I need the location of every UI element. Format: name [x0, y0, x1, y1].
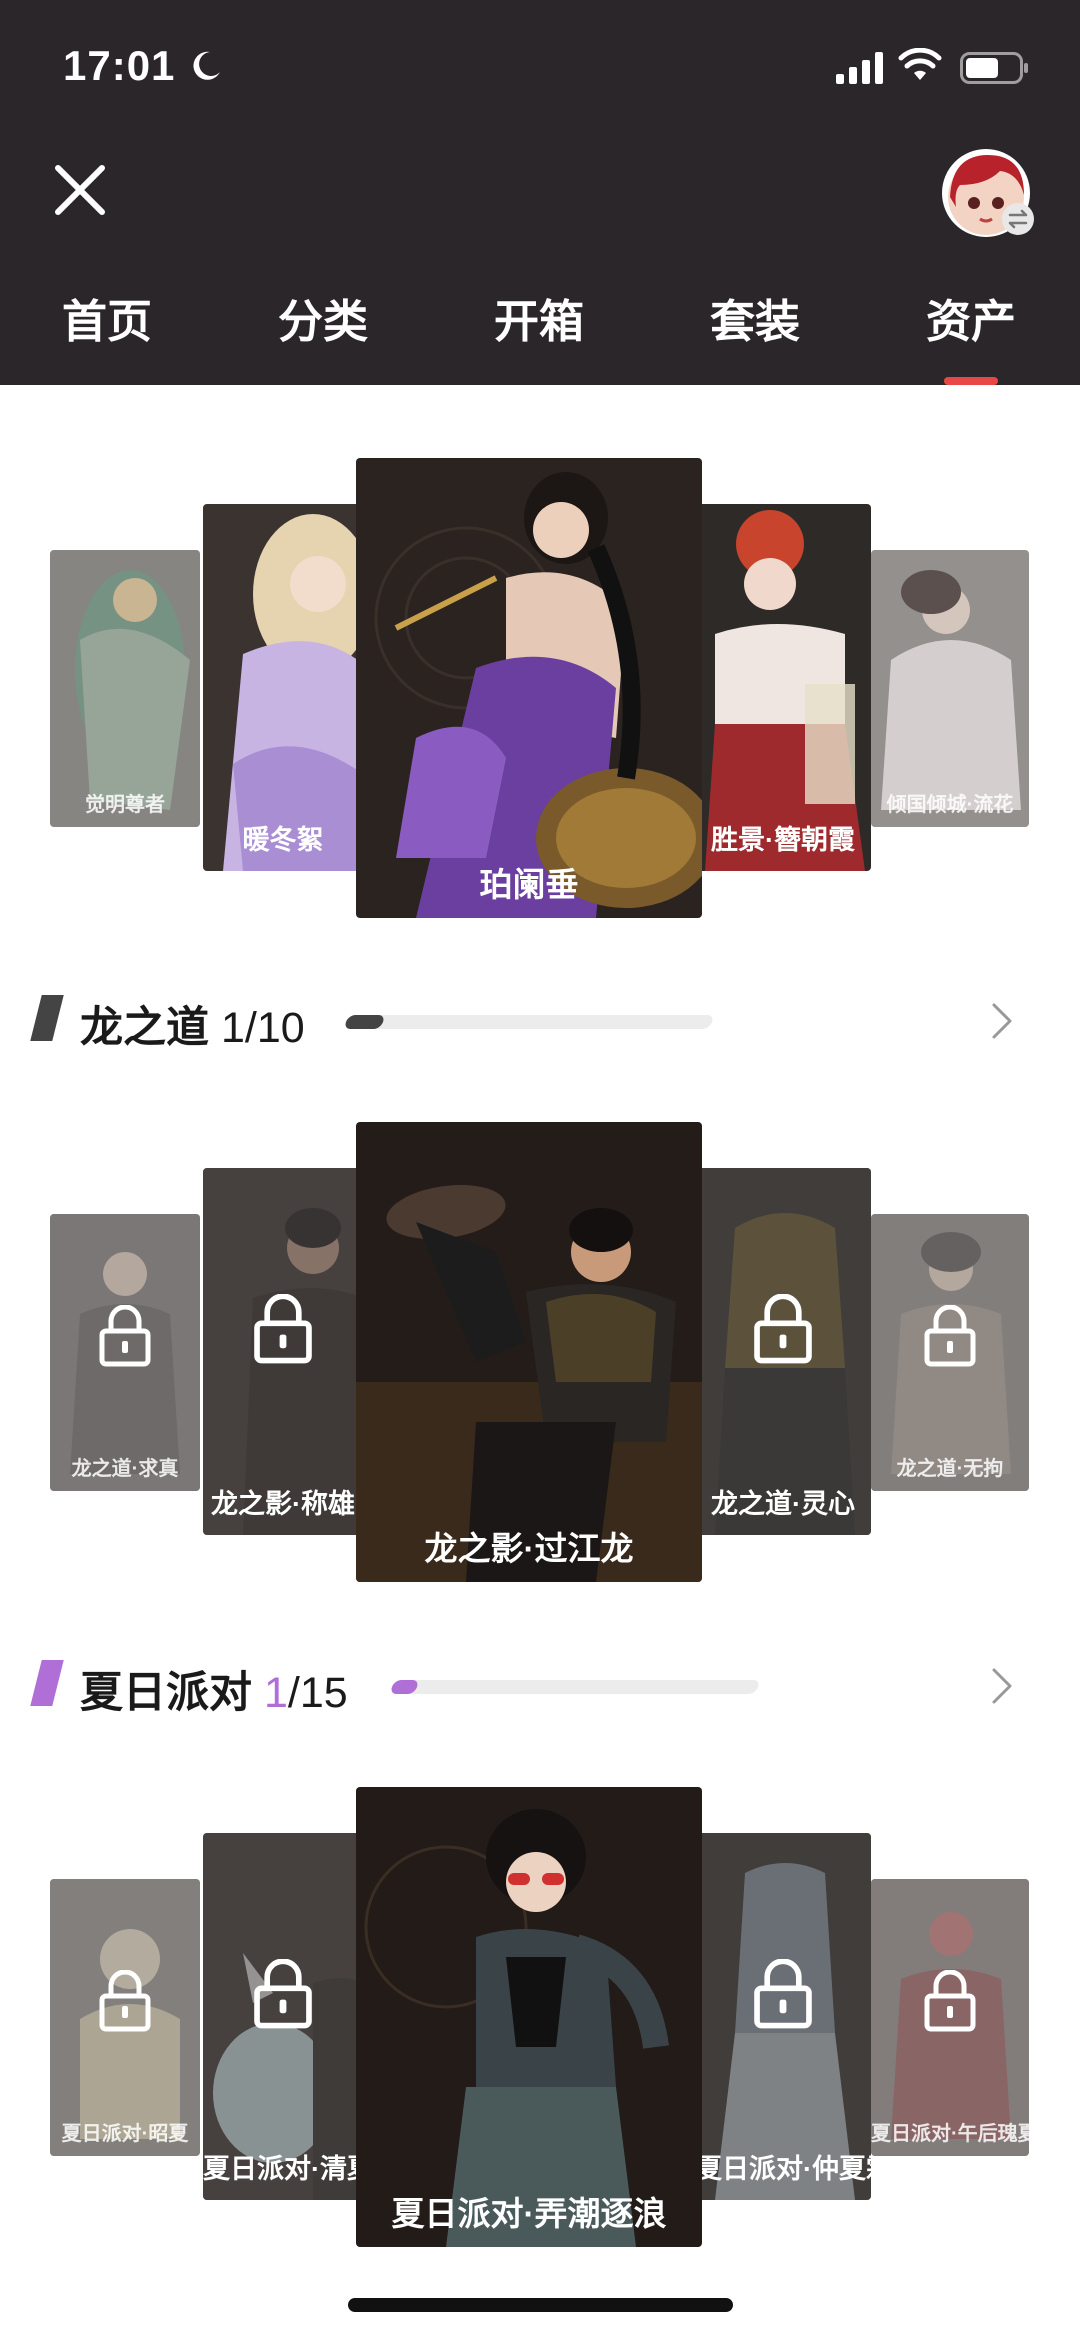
section-title-text: 夏日派对: [80, 1669, 252, 1717]
active-tab-indicator: [944, 377, 998, 385]
featured-carousel: 觉明尊者 倾国倾城·流花 暖冬絮 胜景·簪朝霞 珀阑垂: [0, 458, 1080, 918]
tab-home[interactable]: 首页: [32, 285, 182, 350]
card-caption: 夏日派对·仲夏霜华: [695, 2154, 871, 2184]
card-caption: 倾国倾城·流花: [886, 794, 1014, 816]
character-art: [50, 550, 200, 827]
card-featured-4[interactable]: 胜景·簪朝霞: [695, 504, 871, 871]
card-caption: 夏日派对·清夏: [203, 2154, 363, 2184]
card-caption: 龙之道·灵心: [711, 1489, 855, 1519]
card-caption: 夏日派对·弄潮逐浪: [391, 2195, 667, 2232]
card-dragon-3[interactable]: 龙之影·过江龙: [356, 1122, 702, 1582]
section-accent-bar: [30, 1660, 64, 1706]
card-caption: 龙之影·称雄: [211, 1489, 355, 1519]
section-header-summer[interactable]: 夏日派对 1/15: [0, 1652, 1080, 1722]
section-header-dragon[interactable]: 龙之道 1/10: [0, 987, 1080, 1057]
total-count: /10: [244, 1004, 305, 1052]
tab-category[interactable]: 分类: [248, 285, 398, 350]
status-time: 17:01: [63, 42, 176, 89]
lock-icon: [754, 1959, 812, 2029]
moon-icon: [193, 51, 220, 80]
card-dragon-4[interactable]: 龙之道·灵心: [695, 1168, 871, 1535]
character-art: [695, 504, 871, 871]
collection-progress: [343, 1015, 715, 1029]
card-summer-5[interactable]: 夏日派对·午后瑰夏: [871, 1879, 1029, 2156]
collection-progress: [389, 1680, 761, 1694]
card-featured-1[interactable]: 觉明尊者: [50, 550, 200, 827]
section-title-text: 龙之道: [80, 1004, 209, 1052]
card-caption: 龙之道·求真: [71, 1458, 179, 1480]
lock-icon: [99, 1969, 151, 2032]
card-caption: 夏日派对·午后瑰夏: [871, 2123, 1029, 2145]
character-art: [203, 504, 363, 871]
lock-icon: [924, 1304, 976, 1367]
total-count: /15: [287, 1669, 348, 1717]
section-accent-bar: [30, 995, 64, 1041]
character-art: [356, 458, 702, 918]
card-summer-1[interactable]: 夏日派对·昭夏: [50, 1879, 200, 2156]
tab-unbox[interactable]: 开箱: [464, 285, 614, 350]
section-title: 夏日派对 1/15: [80, 1658, 348, 1720]
cell-signal-icon: [836, 52, 883, 84]
tab-outfit-set[interactable]: 套装: [680, 285, 830, 350]
lock-icon: [254, 1294, 312, 1364]
card-summer-2[interactable]: 夏日派对·清夏: [203, 1833, 363, 2200]
dragon-carousel: 龙之道·求真 龙之道·无拘 龙之影·称雄 龙之道·灵心 龙之影·过江龙: [0, 1122, 1080, 1582]
lock-icon: [99, 1304, 151, 1367]
card-featured-5[interactable]: 倾国倾城·流花: [871, 550, 1029, 827]
card-caption: 夏日派对·昭夏: [61, 2123, 189, 2145]
card-featured-3[interactable]: 珀阑垂: [356, 458, 702, 918]
card-caption: 胜景·簪朝霞: [711, 825, 855, 855]
close-icon[interactable]: [52, 162, 108, 218]
card-dragon-1[interactable]: 龙之道·求真: [50, 1214, 200, 1491]
character-art: [356, 1787, 702, 2247]
card-caption: 觉明尊者: [85, 794, 165, 816]
home-indicator[interactable]: [348, 2298, 733, 2312]
app-header: 17:01 首页 分类 开箱 套装 资产: [0, 0, 1080, 385]
lock-icon: [254, 1959, 312, 2029]
avatar[interactable]: [940, 145, 1036, 241]
lock-icon: [754, 1294, 812, 1364]
owned-count: 1: [220, 1004, 245, 1052]
card-caption: 暖冬絮: [242, 825, 324, 855]
collection-progress-fill: [389, 1680, 420, 1694]
owned-count: 1: [263, 1669, 288, 1717]
section-title: 龙之道 1/10: [80, 993, 305, 1055]
chevron-right-icon[interactable]: [990, 1666, 1014, 1706]
card-caption: 龙之道·无拘: [896, 1458, 1004, 1480]
tab-bar: 首页 分类 开箱 套装 资产: [0, 285, 1080, 385]
wifi-icon: [898, 48, 942, 80]
battery-icon: [960, 52, 1028, 84]
card-summer-4[interactable]: 夏日派对·仲夏霜华: [695, 1833, 871, 2200]
card-featured-2[interactable]: 暖冬絮: [203, 504, 363, 871]
card-dragon-2[interactable]: 龙之影·称雄: [203, 1168, 363, 1535]
lock-icon: [924, 1969, 976, 2032]
tab-assets[interactable]: 资产: [896, 285, 1046, 350]
card-dragon-5[interactable]: 龙之道·无拘: [871, 1214, 1029, 1491]
card-summer-3[interactable]: 夏日派对·弄潮逐浪: [356, 1787, 702, 2247]
chevron-right-icon[interactable]: [990, 1001, 1014, 1041]
card-caption: 龙之影·过江龙: [424, 1530, 634, 1567]
character-art: [871, 550, 1029, 827]
summer-carousel: 夏日派对·昭夏 夏日派对·午后瑰夏 夏日派对·清夏 夏日派对·仲夏 夏日派对·弄…: [0, 1787, 1080, 2247]
collection-progress-fill: [343, 1015, 386, 1029]
character-art: [356, 1122, 702, 1582]
card-caption: 珀阑垂: [479, 866, 579, 903]
